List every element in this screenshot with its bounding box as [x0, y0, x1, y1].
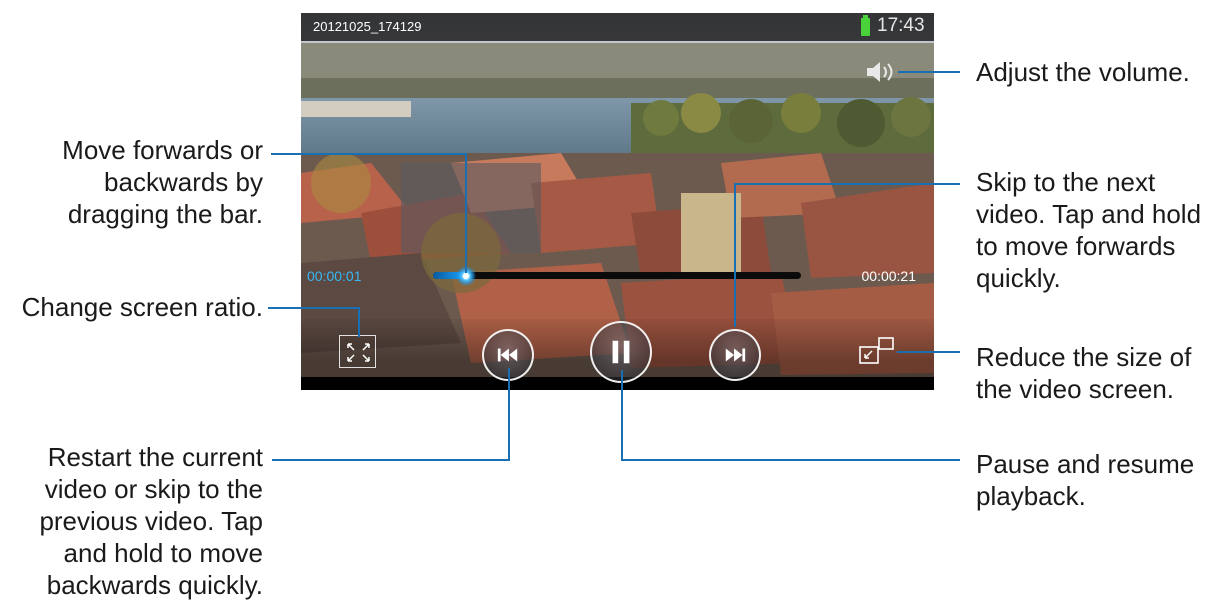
pause-callout-line-1: Pause and resume — [976, 449, 1195, 479]
ratio-callout-line — [358, 307, 360, 337]
next-callout-line-3: to move forwards — [976, 231, 1176, 261]
next-button[interactable] — [709, 329, 761, 381]
video-player-screen: 20121025_174129 17:43 00:00:01 00:00:21 — [301, 13, 934, 390]
ratio-callout: Change screen ratio. — [0, 291, 263, 323]
pause-callout: Pause and resume playback. — [976, 448, 1226, 512]
next-callout-line — [734, 183, 736, 327]
ratio-callout-line — [268, 307, 360, 309]
popup-callout-line-2: the video screen. — [976, 374, 1175, 404]
seek-callout-line-2: backwards by — [104, 167, 263, 197]
previous-callout-line-5: backwards quickly. — [46, 570, 263, 600]
previous-callout-line-4: and hold to move — [63, 538, 263, 568]
next-callout: Skip to the next video. Tap and hold to … — [976, 166, 1226, 294]
ratio-callout-text: Change screen ratio. — [21, 292, 263, 322]
next-callout-line-1: Skip to the next — [976, 167, 1156, 197]
popup-callout-line-1: Reduce the size of — [976, 342, 1192, 372]
pause-callout-line — [621, 459, 960, 461]
pop-up-player-button[interactable] — [857, 334, 897, 368]
next-callout-line — [734, 183, 960, 185]
previous-callout-line-1: Restart the current — [47, 442, 263, 472]
video-filename: 20121025_174129 — [313, 19, 422, 34]
speaker-icon — [867, 62, 893, 82]
status-bar: 20121025_174129 17:43 — [301, 13, 934, 41]
seek-callout-line — [465, 153, 467, 273]
elapsed-time: 00:00:01 — [307, 268, 362, 284]
seek-callout-line-3: dragging the bar. — [67, 199, 263, 229]
total-duration: 00:00:21 — [861, 268, 917, 284]
previous-callout: Restart the current video or skip to the… — [8, 441, 263, 601]
volume-callout: Adjust the volume. — [976, 56, 1226, 88]
screen-ratio-icon — [347, 343, 370, 362]
previous-callout-line — [508, 368, 510, 461]
popup-callout-line — [897, 351, 960, 353]
battery-icon — [861, 15, 870, 36]
pause-callout-line-2: playback. — [976, 481, 1086, 511]
pop-up-player-icon — [859, 337, 894, 364]
seek-callout-line — [271, 153, 467, 155]
next-callout-line-2: video. Tap and hold — [976, 199, 1202, 229]
seek-callout-line-1: Move forwards or — [62, 135, 263, 165]
previous-callout-line-2: video or skip to the — [44, 474, 263, 504]
volume-button[interactable] — [863, 57, 899, 87]
screen-ratio-button[interactable] — [339, 335, 376, 368]
seek-callout: Move forwards or backwards by dragging t… — [8, 134, 263, 230]
status-clock: 17:43 — [877, 15, 925, 36]
fast-forward-icon — [725, 348, 746, 362]
volume-callout-text: Adjust the volume. — [976, 57, 1190, 87]
previous-callout-line-3: previous video. Tap — [39, 506, 263, 536]
volume-callout-line — [898, 71, 960, 73]
next-callout-line-4: quickly. — [976, 263, 1061, 293]
pause-callout-line — [621, 370, 623, 461]
seek-bar[interactable] — [433, 272, 801, 279]
previous-callout-line — [272, 459, 510, 461]
popup-callout: Reduce the size of the video screen. — [976, 341, 1226, 405]
